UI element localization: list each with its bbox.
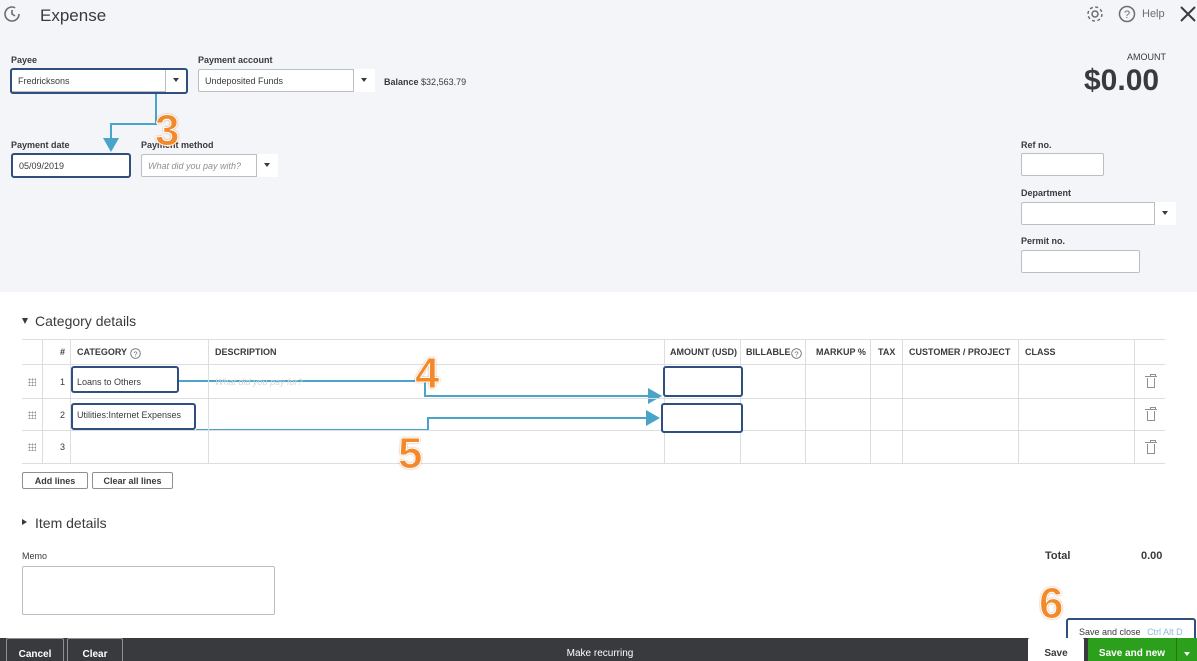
col-header-number: # xyxy=(60,347,66,357)
total-value: 0.00 xyxy=(1141,550,1163,562)
col-header-billable: BILLABLE xyxy=(746,347,791,357)
amount-input-row-1[interactable] xyxy=(663,366,743,397)
drag-handle-icon[interactable] xyxy=(28,443,36,451)
add-lines-button[interactable]: Add lines xyxy=(22,472,88,489)
table-col-divider xyxy=(208,339,209,463)
row-number: 2 xyxy=(60,410,66,420)
col-header-description: DESCRIPTION xyxy=(215,347,277,357)
category-highlight-row-2 xyxy=(71,403,196,430)
save-and-close-label: Save and close xyxy=(1079,627,1141,637)
annotation-arrows xyxy=(103,94,662,431)
table-col-divider xyxy=(870,339,871,463)
category-info-icon[interactable]: ? xyxy=(130,346,141,359)
col-header-class: CLASS xyxy=(1025,347,1056,357)
chevron-down-icon xyxy=(1184,652,1190,656)
save-options-dropdown[interactable] xyxy=(1176,638,1197,661)
svg-text:?: ? xyxy=(133,349,137,358)
table-bottom-border xyxy=(22,463,1165,464)
drag-handle-icon[interactable] xyxy=(28,378,36,386)
table-col-divider xyxy=(805,339,806,463)
col-header-customer-project: CUSTOMER / PROJECT xyxy=(909,347,1011,357)
table-col-divider xyxy=(1018,339,1019,463)
table-col-divider xyxy=(70,339,71,463)
table-top-border xyxy=(22,339,1165,340)
save-and-close-shortcut: Ctrl Alt D xyxy=(1147,627,1183,637)
col-header-tax: TAX xyxy=(878,347,896,357)
delete-row-icon[interactable] xyxy=(1145,440,1157,454)
svg-text:?: ? xyxy=(794,349,798,358)
billable-info-icon[interactable]: ? xyxy=(791,346,802,359)
table-row-border-2 xyxy=(22,430,1165,431)
category-highlight-row-1 xyxy=(71,366,179,393)
clear-all-lines-button[interactable]: Clear all lines xyxy=(92,472,173,489)
save-button[interactable]: Save xyxy=(1028,638,1084,661)
col-header-amount: AMOUNT (USD) xyxy=(670,347,737,357)
delete-row-icon[interactable] xyxy=(1145,374,1157,388)
category-details-title[interactable]: Category details xyxy=(35,313,136,329)
col-header-markup: MARKUP % xyxy=(816,347,866,357)
memo-label: Memo xyxy=(22,551,48,561)
total-label: Total xyxy=(1045,550,1071,562)
table-col-divider xyxy=(42,339,43,463)
collapse-triangle-icon[interactable] xyxy=(22,318,28,324)
table-col-divider xyxy=(902,339,903,463)
table-col-divider xyxy=(740,339,741,463)
item-details-title[interactable]: Item details xyxy=(35,515,107,531)
annotation-step-3: 3 xyxy=(154,106,180,155)
expand-triangle-icon[interactable] xyxy=(22,519,27,525)
table-header-border xyxy=(22,364,1165,365)
annotation-step-6: 6 xyxy=(1038,579,1064,628)
drag-handle-icon[interactable] xyxy=(28,411,36,419)
table-col-divider xyxy=(664,339,665,463)
table-col-divider xyxy=(1134,339,1135,463)
annotation-step-4: 4 xyxy=(414,349,440,398)
annotation-step-5: 5 xyxy=(397,429,423,478)
row-number: 3 xyxy=(60,442,66,452)
clear-button[interactable]: Clear xyxy=(67,638,123,661)
amount-input-row-2[interactable] xyxy=(661,403,743,433)
make-recurring-link[interactable]: Make recurring xyxy=(545,638,655,661)
table-row-border-1 xyxy=(22,398,1165,399)
save-and-new-button[interactable]: Save and new xyxy=(1088,638,1176,661)
cancel-button[interactable]: Cancel xyxy=(6,638,64,661)
col-header-category: CATEGORY xyxy=(77,347,128,357)
row-description[interactable]: What did you pay for? xyxy=(215,377,303,387)
row-number: 1 xyxy=(60,377,66,387)
memo-textarea[interactable] xyxy=(22,566,275,615)
delete-row-icon[interactable] xyxy=(1145,407,1157,421)
